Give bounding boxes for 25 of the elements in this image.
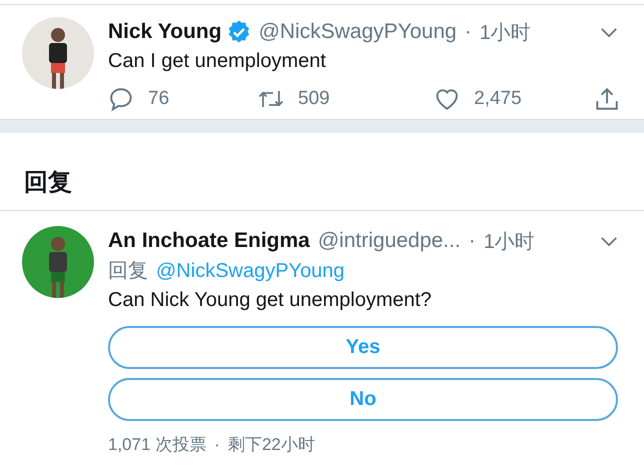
speech-bubble-icon[interactable] — [108, 86, 134, 112]
chevron-icon[interactable] — [600, 26, 618, 38]
separator-dot: · — [214, 435, 220, 454]
time-remaining: 剩下22小时 — [228, 435, 315, 454]
poll-option[interactable]: Yes — [108, 326, 618, 369]
share-icon[interactable] — [594, 86, 620, 112]
user-handle: @intriguedpe... — [318, 229, 461, 253]
action-count: 76 — [148, 88, 170, 110]
separator-dot: · — [464, 20, 472, 44]
action-count: 509 — [298, 88, 330, 110]
timestamp: 1小时 — [480, 20, 531, 46]
timestamp: 1小时 — [484, 230, 535, 254]
tweet-text: Can Nick Young get unemployment? — [108, 288, 433, 313]
action-count: 2,475 — [474, 88, 522, 110]
mention-link[interactable]: @NickSwagyPYoung — [156, 260, 345, 282]
reply-label: 回复 — [108, 260, 148, 282]
section-heading: 回复 — [0, 133, 644, 211]
vote-count: 1,071 次投票 — [108, 435, 206, 454]
poll-option[interactable]: No — [108, 378, 618, 421]
separator-dot: · — [468, 229, 476, 253]
tweet-text: Can I get unemployment — [108, 49, 327, 74]
display-name: Nick Young — [108, 20, 222, 44]
user-handle: @NickSwagyPYoung — [258, 20, 457, 44]
chevron-icon[interactable] — [600, 236, 618, 246]
display-name: An Inchoate Enigma — [108, 229, 310, 253]
